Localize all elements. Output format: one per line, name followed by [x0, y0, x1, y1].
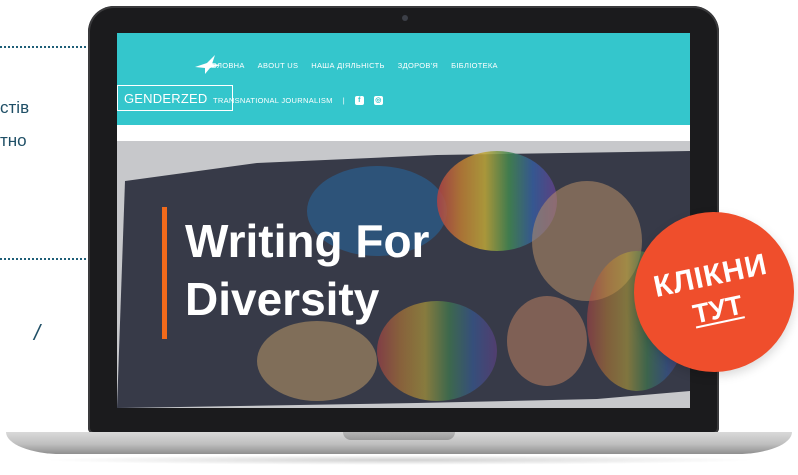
hero-banner[interactable]: Writing For Diversity — [117, 141, 690, 408]
laptop-notch — [343, 432, 455, 440]
camera-dot — [402, 15, 408, 21]
hero-title-line-1: Writing For — [185, 215, 430, 267]
primary-nav: ГОЛОВНА ABOUT US НАША ДІЯЛЬНІСТЬ ЗДОРОВ'… — [207, 61, 498, 70]
dotted-divider-bottom — [0, 258, 86, 260]
secondary-nav: TRANSNATIONAL JOURNALISM | f ◎ — [213, 96, 383, 105]
nav-item-home[interactable]: ГОЛОВНА — [207, 61, 245, 70]
dotted-divider-top — [0, 46, 86, 48]
hero-accent-bar — [162, 207, 167, 339]
hero-title-line-2: Diversity — [185, 273, 380, 325]
nav-item-health[interactable]: ЗДОРОВ'Я — [398, 61, 438, 70]
nav-item-library[interactable]: БІБЛІОТЕКА — [451, 61, 498, 70]
left-slash: / — [34, 320, 41, 345]
nav-item-activity[interactable]: НАША ДІЯЛЬНІСТЬ — [311, 61, 384, 70]
laptop-mockup: GENDERZED ГОЛОВНА ABOUT US НАША ДІЯЛЬНІС… — [88, 6, 719, 434]
nav-separator: | — [342, 96, 345, 105]
site-header: GENDERZED ГОЛОВНА ABOUT US НАША ДІЯЛЬНІС… — [117, 33, 690, 125]
laptop-shadow — [40, 455, 758, 465]
left-text-line-2: тно — [0, 131, 27, 150]
nav-item-about[interactable]: ABOUT US — [258, 61, 299, 70]
facebook-icon[interactable]: f — [354, 96, 364, 105]
instagram-icon[interactable]: ◎ — [373, 96, 383, 105]
laptop-screen: GENDERZED ГОЛОВНА ABOUT US НАША ДІЯЛЬНІС… — [117, 33, 690, 408]
hero-title: Writing For Diversity — [185, 212, 429, 328]
nav-item-journalism[interactable]: TRANSNATIONAL JOURNALISM — [213, 96, 333, 105]
left-text-line-1: стів — [0, 98, 30, 117]
